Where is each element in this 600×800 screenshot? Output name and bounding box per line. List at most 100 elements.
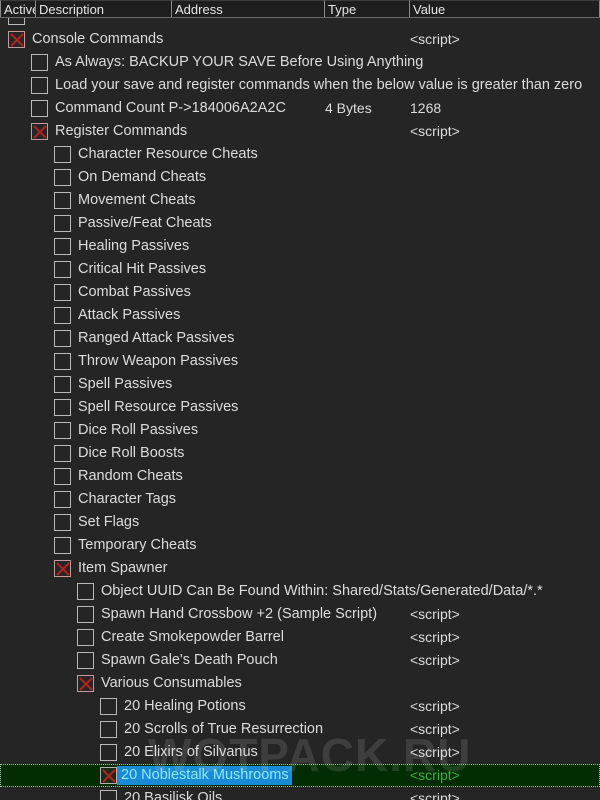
table-row[interactable]: Spell Passives (0, 373, 600, 396)
checkbox-unchecked-icon[interactable] (31, 77, 48, 94)
row-value[interactable]: <script> (410, 741, 460, 764)
checkbox-unchecked-icon[interactable] (54, 491, 71, 508)
table-row-selected[interactable]: 20 Noblestalk Mushrooms <script> (0, 764, 600, 787)
table-row[interactable]: Combat Passives (0, 281, 600, 304)
row-description[interactable]: Passive/Feat Cheats (71, 212, 212, 235)
table-row[interactable]: Movement Cheats (0, 189, 600, 212)
row-value[interactable]: <script> (410, 695, 460, 718)
checkbox-unchecked-icon[interactable] (77, 629, 94, 646)
row-description[interactable]: Temporary Cheats (71, 534, 196, 557)
checkbox-unchecked-icon[interactable] (77, 652, 94, 669)
row-description[interactable]: 20 Scrolls of True Resurrection (117, 718, 323, 741)
table-row[interactable]: Set Flags (0, 511, 600, 534)
table-row[interactable]: Command Count P->184006A2A2C 4 Bytes 1268 (0, 97, 600, 120)
checkbox-checked-icon[interactable] (77, 675, 94, 692)
row-description[interactable]: 20 Elixirs of Silvanus (117, 741, 258, 764)
row-description[interactable]: Throw Weapon Passives (71, 350, 238, 373)
table-row[interactable]: Passive/Feat Cheats (0, 212, 600, 235)
table-row[interactable]: Ranged Attack Passives (0, 327, 600, 350)
checkbox-unchecked-icon[interactable] (54, 238, 71, 255)
table-row[interactable]: Object UUID Can Be Found Within: Shared/… (0, 580, 600, 603)
table-row[interactable]: Dice Roll Passives (0, 419, 600, 442)
table-row[interactable]: 20 Healing Potions <script> (0, 695, 600, 718)
row-value[interactable]: 1268 (410, 97, 441, 120)
column-header-address[interactable]: Address (172, 0, 325, 17)
row-description[interactable]: Combat Passives (71, 281, 191, 304)
checkbox-unchecked-icon[interactable] (54, 399, 71, 416)
row-value[interactable]: <script> (410, 603, 460, 626)
row-description[interactable]: Item Spawner (71, 557, 167, 580)
table-row[interactable]: Spawn Gale's Death Pouch <script> (0, 649, 600, 672)
row-description[interactable]: Spawn Hand Crossbow +2 (Sample Script) (94, 603, 377, 626)
table-row[interactable]: Attack Passives (0, 304, 600, 327)
row-description[interactable]: Create Smokepowder Barrel (94, 626, 284, 649)
table-row[interactable]: Throw Weapon Passives (0, 350, 600, 373)
table-row[interactable]: Dice Roll Boosts (0, 442, 600, 465)
row-description[interactable]: 20 Noblestalk Mushrooms (117, 766, 292, 785)
checkbox-unchecked-icon[interactable] (31, 54, 48, 71)
table-row[interactable] (0, 18, 600, 28)
table-row[interactable]: Various Consumables (0, 672, 600, 695)
checkbox-unchecked-icon[interactable] (77, 583, 94, 600)
checkbox-unchecked-icon[interactable] (54, 514, 71, 531)
row-value[interactable]: <script> (410, 764, 460, 787)
checkbox-checked-icon[interactable] (54, 560, 71, 577)
column-header-type[interactable]: Type (325, 0, 410, 17)
table-row[interactable]: Register Commands <script> (0, 120, 600, 143)
row-description[interactable]: Character Resource Cheats (71, 143, 258, 166)
row-type[interactable]: 4 Bytes (325, 97, 372, 120)
checkbox-unchecked-icon[interactable] (54, 353, 71, 370)
table-row[interactable]: Spell Resource Passives (0, 396, 600, 419)
row-value[interactable]: <script> (410, 626, 460, 649)
checkbox-unchecked-icon[interactable] (77, 606, 94, 623)
table-row[interactable]: Healing Passives (0, 235, 600, 258)
row-description[interactable]: Movement Cheats (71, 189, 196, 212)
table-row[interactable]: Spawn Hand Crossbow +2 (Sample Script) <s… (0, 603, 600, 626)
row-description[interactable]: Healing Passives (71, 235, 189, 258)
row-value[interactable]: <script> (410, 120, 460, 143)
checkbox-unchecked-icon[interactable] (54, 537, 71, 554)
table-row[interactable]: Character Tags (0, 488, 600, 511)
row-value[interactable]: <script> (410, 649, 460, 672)
checkbox-unchecked-icon[interactable] (54, 330, 71, 347)
row-description[interactable]: On Demand Cheats (71, 166, 206, 189)
row-description[interactable]: Load your save and register commands whe… (48, 74, 582, 97)
table-row[interactable]: Character Resource Cheats (0, 143, 600, 166)
row-description[interactable]: Dice Roll Passives (71, 419, 198, 442)
table-row[interactable]: Random Cheats (0, 465, 600, 488)
column-header-value[interactable]: Value (410, 0, 600, 17)
row-description[interactable]: Spawn Gale's Death Pouch (94, 649, 278, 672)
table-row[interactable]: Critical Hit Passives (0, 258, 600, 281)
checkbox-checked-icon[interactable] (8, 31, 25, 48)
table-row[interactable]: Item Spawner (0, 557, 600, 580)
checkbox-unchecked-icon[interactable] (54, 445, 71, 462)
checkbox-unchecked-icon[interactable] (100, 698, 117, 715)
table-row[interactable]: As Always: BACKUP YOUR SAVE Before Using… (0, 51, 600, 74)
row-description[interactable]: Random Cheats (71, 465, 183, 488)
row-description[interactable]: Various Consumables (94, 672, 242, 695)
row-description[interactable]: Ranged Attack Passives (71, 327, 234, 350)
checkbox-unchecked-icon[interactable] (54, 146, 71, 163)
checkbox-checked-icon[interactable] (100, 767, 117, 784)
cheat-entry-list[interactable]: Console Commands <script> As Always: BACKU… (0, 18, 600, 800)
checkbox-unchecked-icon[interactable] (54, 284, 71, 301)
table-row[interactable]: On Demand Cheats (0, 166, 600, 189)
checkbox-unchecked-icon[interactable] (100, 721, 117, 738)
row-value[interactable]: <script> (410, 718, 460, 741)
checkbox-unchecked-icon[interactable] (8, 18, 25, 25)
row-description[interactable]: Spell Passives (71, 373, 172, 396)
row-value[interactable]: <script> (410, 28, 460, 51)
row-description[interactable]: Dice Roll Boosts (71, 442, 184, 465)
column-header-description[interactable]: Description (36, 0, 172, 17)
row-description[interactable]: Command Count P->184006A2A2C (48, 97, 286, 120)
checkbox-unchecked-icon[interactable] (100, 744, 117, 761)
checkbox-unchecked-icon[interactable] (54, 261, 71, 278)
checkbox-unchecked-icon[interactable] (54, 307, 71, 324)
checkbox-unchecked-icon[interactable] (54, 169, 71, 186)
row-description[interactable]: Register Commands (48, 120, 187, 143)
row-description[interactable]: Attack Passives (71, 304, 180, 327)
table-row[interactable]: 20 Basilisk Oils <script> (0, 787, 600, 800)
table-row[interactable]: 20 Scrolls of True Resurrection <script> (0, 718, 600, 741)
row-description[interactable]: Object UUID Can Be Found Within: Shared/… (94, 580, 543, 603)
table-row[interactable]: Create Smokepowder Barrel <script> (0, 626, 600, 649)
